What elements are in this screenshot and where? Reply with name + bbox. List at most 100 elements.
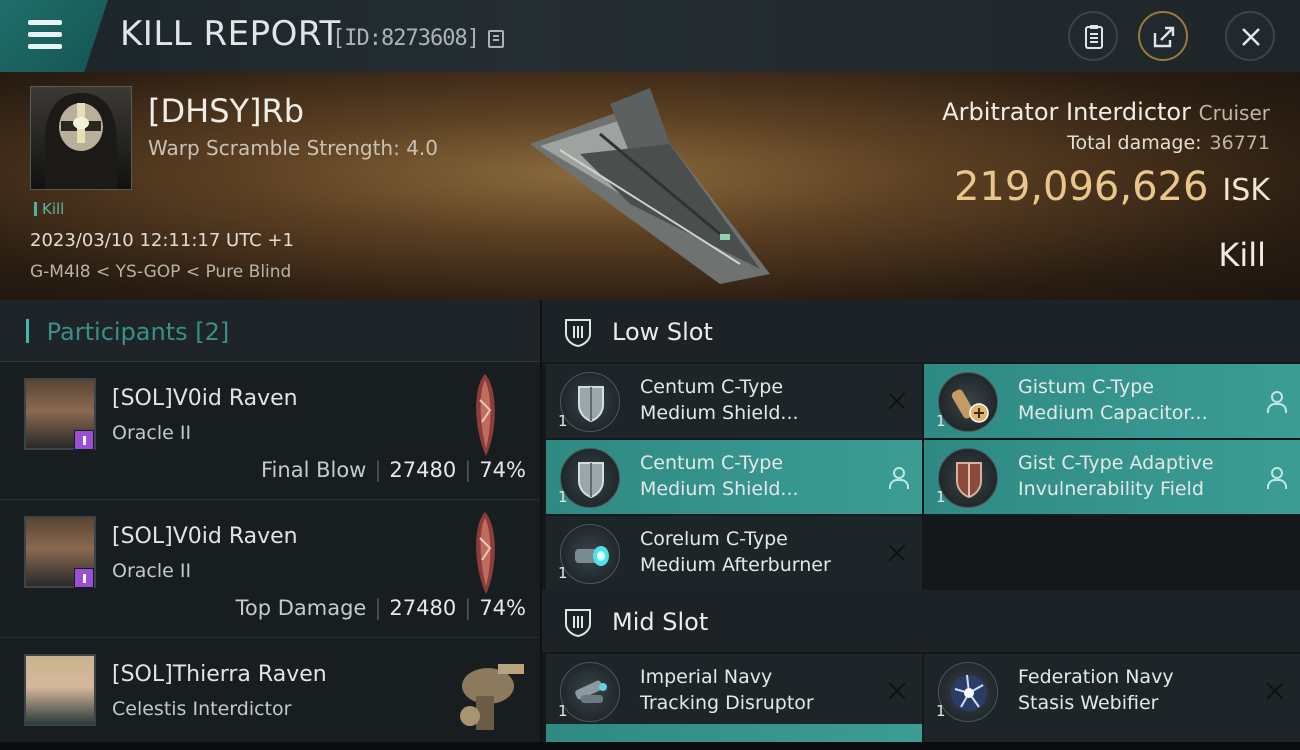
module-name-line1: Imperial Navy bbox=[640, 666, 773, 688]
low-slot-header: Low Slot bbox=[542, 300, 1300, 362]
module-name: Gistum C-Type Medium Capacitor... bbox=[1018, 374, 1258, 426]
close-icon bbox=[1242, 28, 1260, 46]
module-name-line2: Medium Shield... bbox=[640, 478, 799, 500]
shield-extender-icon bbox=[560, 372, 620, 432]
damage-value: 27480 bbox=[389, 596, 457, 620]
module-name-line2: Stasis Webifier bbox=[1018, 692, 1159, 714]
module-name: Federation Navy Stasis Webifier bbox=[1018, 664, 1258, 716]
capacitor-battery-icon bbox=[938, 372, 998, 432]
dropped-person-icon bbox=[886, 466, 909, 489]
damage-percent: 74% bbox=[479, 458, 526, 482]
participant-ship: Oracle II bbox=[112, 560, 192, 582]
tracking-disruptor-icon bbox=[560, 662, 620, 722]
stasis-webifier-icon bbox=[938, 662, 998, 722]
stat-label: Top Damage bbox=[235, 596, 367, 620]
shield-extender-icon bbox=[560, 448, 620, 508]
module-name: Corelum C-Type Medium Afterburner bbox=[640, 526, 880, 578]
module-slot[interactable]: 1 Centum C-Type Medium Shield... bbox=[546, 364, 922, 438]
participants-header[interactable]: Participants [2] bbox=[0, 300, 540, 362]
low-slot-icon bbox=[565, 319, 591, 348]
participant-ship: Oracle II bbox=[112, 422, 192, 444]
share-icon bbox=[1153, 26, 1175, 48]
module-name-line2: Medium Afterburner bbox=[640, 554, 831, 576]
total-damage-label: Total damage: bbox=[1067, 132, 1202, 154]
close-button[interactable] bbox=[1225, 11, 1275, 61]
adaptive-shield-icon bbox=[938, 448, 998, 508]
module-name: Centum C-Type Medium Shield... bbox=[640, 450, 880, 502]
copy-icon[interactable] bbox=[488, 30, 504, 48]
destroyed-icon bbox=[1264, 680, 1286, 702]
participants-count: [2] bbox=[195, 318, 230, 346]
module-slot[interactable]: 1 Imperial Navy Tracking Disruptor bbox=[546, 654, 922, 728]
mid-slot-label: Mid Slot bbox=[612, 608, 709, 636]
participant-row[interactable]: [SOL]Thierra Raven Celestis Interdictor bbox=[0, 638, 540, 750]
module-qty: 1 bbox=[936, 702, 946, 720]
rank-badge-icon bbox=[74, 430, 94, 450]
stat-label: Final Blow bbox=[261, 458, 367, 482]
hooded-pilot-icon bbox=[45, 93, 117, 189]
participant-ship: Celestis Interdictor bbox=[112, 698, 292, 720]
module-name-line1: Centum C-Type bbox=[640, 452, 784, 474]
participants-label: Participants bbox=[46, 318, 188, 346]
module-name: Imperial Navy Tracking Disruptor bbox=[640, 664, 880, 716]
share-button[interactable] bbox=[1138, 11, 1188, 61]
isk-value: 219,096,626 ISK bbox=[954, 164, 1270, 210]
module-name-line2: Medium Shield... bbox=[640, 402, 799, 424]
menu-button[interactable] bbox=[0, 0, 108, 72]
module-qty: 1 bbox=[558, 702, 568, 720]
warp-strength: Warp Scramble Strength: 4.0 bbox=[148, 136, 439, 160]
participant-row[interactable]: [SOL]V0id Raven Oracle II Top Damage | 274… bbox=[0, 500, 540, 638]
isk-unit: ISK bbox=[1222, 173, 1270, 208]
kill-datetime: 2023/03/10 12:11:17 UTC +1 bbox=[30, 230, 294, 251]
result-label: Kill bbox=[1218, 236, 1266, 274]
module-slot[interactable]: 1 Gist C-Type Adaptive Invulnerability Fi… bbox=[924, 440, 1300, 514]
report-id: [ID:8273608] bbox=[332, 26, 480, 51]
victim-portrait[interactable] bbox=[30, 86, 132, 190]
victim-panel: [DHSY]Rb Warp Scramble Strength: 4.0 Kil… bbox=[0, 72, 1300, 300]
participants-panel: Participants [2] [SOL]V0id Raven Oracle … bbox=[0, 300, 540, 750]
rank-badge-icon bbox=[74, 568, 94, 588]
module-name-line2: Invulnerability Field bbox=[1018, 478, 1204, 500]
module-name: Gist C-Type Adaptive Invulnerability Fiel… bbox=[1018, 450, 1258, 502]
module-slot[interactable]: 1 Federation Navy Stasis Webifier bbox=[924, 654, 1300, 728]
module-qty: 1 bbox=[558, 488, 568, 506]
fitting-panel: Low Slot 1 Centum C-Type Medium Shield...… bbox=[542, 300, 1300, 750]
low-slot-grid: 1 Centum C-Type Medium Shield... 1 Gistum… bbox=[542, 362, 1300, 590]
module-name-line1: Gist C-Type Adaptive bbox=[1018, 452, 1214, 474]
clipboard-button[interactable] bbox=[1068, 11, 1118, 61]
ship-name-text: Arbitrator Interdictor bbox=[942, 98, 1191, 126]
destroyed-icon bbox=[886, 390, 908, 412]
total-damage: Total damage: 36771 bbox=[1067, 132, 1270, 154]
afterburner-icon bbox=[560, 524, 620, 584]
oracle-ship-icon bbox=[476, 374, 495, 456]
low-slot-label: Low Slot bbox=[612, 318, 713, 346]
module-name-line2: Tracking Disruptor bbox=[640, 692, 814, 714]
module-slot[interactable]: 1 Centum C-Type Medium Shield... bbox=[546, 440, 922, 514]
kill-location[interactable]: G-M4I8 < YS-GOP < Pure Blind bbox=[30, 262, 291, 282]
participant-name: [SOL]V0id Raven bbox=[112, 524, 298, 549]
participant-stats: Top Damage | 27480 | 74% bbox=[235, 596, 526, 620]
participant-stats: Final Blow | 27480 | 74% bbox=[261, 458, 526, 482]
module-slot[interactable]: 1 Corelum C-Type Medium Afterburner bbox=[546, 516, 922, 590]
menu-icon bbox=[28, 20, 62, 25]
participant-name: [SOL]V0id Raven bbox=[112, 386, 298, 411]
mid-slot-icon bbox=[565, 609, 591, 638]
damage-percent: 74% bbox=[479, 596, 526, 620]
victim-pilot-name[interactable]: [DHSY]Rb bbox=[148, 92, 304, 130]
module-slot[interactable]: 1 Gistum C-Type Medium Capacitor... bbox=[924, 364, 1300, 438]
total-damage-value: 36771 bbox=[1209, 132, 1270, 154]
oracle-ship-icon bbox=[476, 512, 495, 594]
participant-row[interactable]: [SOL]V0id Raven Oracle II Final Blow | 274… bbox=[0, 362, 540, 500]
celestis-ship-icon bbox=[460, 664, 524, 730]
destroyed-icon bbox=[886, 542, 908, 564]
module-name-line1: Gistum C-Type bbox=[1018, 376, 1154, 398]
bottom-edge bbox=[0, 742, 1300, 750]
module-name: Centum C-Type Medium Shield... bbox=[640, 374, 880, 426]
module-name-line1: Federation Navy bbox=[1018, 666, 1174, 688]
victim-ship-name[interactable]: Arbitrator Interdictor Cruiser bbox=[942, 98, 1270, 126]
dropped-person-icon bbox=[1264, 466, 1287, 489]
module-name-line1: Centum C-Type bbox=[640, 376, 784, 398]
ship-class-text: Cruiser bbox=[1198, 101, 1270, 125]
module-name-line2: Medium Capacitor... bbox=[1018, 402, 1208, 424]
mid-slot-header: Mid Slot bbox=[542, 590, 1300, 652]
